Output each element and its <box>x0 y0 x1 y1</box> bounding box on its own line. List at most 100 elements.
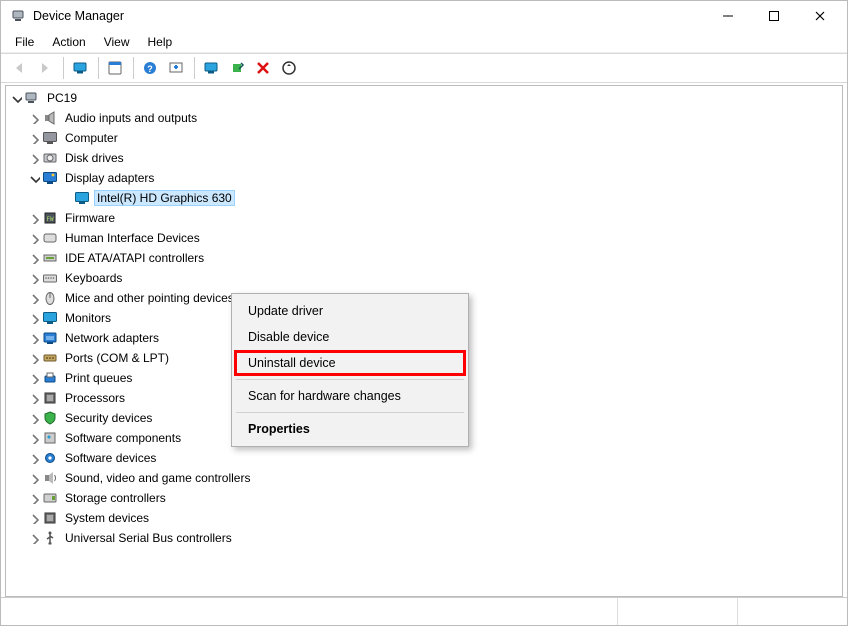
tree-item-storage-controllers[interactable]: Storage controllers <box>6 488 842 508</box>
swdev-icon <box>42 450 58 466</box>
tree-item-label: Universal Serial Bus controllers <box>62 530 235 546</box>
chevron-right-icon[interactable] <box>26 530 42 546</box>
keyboard-icon <box>42 270 58 286</box>
enable-device-button[interactable] <box>225 56 249 80</box>
menu-action[interactable]: Action <box>44 33 93 51</box>
swcomp-icon <box>42 430 58 446</box>
tree-item-software-devices[interactable]: Software devices <box>6 448 842 468</box>
mouse-icon <box>42 290 58 306</box>
display-icon <box>42 170 58 186</box>
close-button[interactable] <box>797 1 843 31</box>
printq-icon <box>42 370 58 386</box>
tree-item-label: System devices <box>62 510 152 526</box>
chevron-right-icon[interactable] <box>26 270 42 286</box>
chevron-right-icon[interactable] <box>26 330 42 346</box>
menu-view[interactable]: View <box>96 33 138 51</box>
tree-item-universal-serial-bus-controllers[interactable]: Universal Serial Bus controllers <box>6 528 842 548</box>
ctx-uninstall-device[interactable]: Uninstall device <box>234 350 466 376</box>
chevron-right-icon[interactable] <box>26 430 42 446</box>
tree-item-system-devices[interactable]: System devices <box>6 508 842 528</box>
tree-item-sound-video-and-game-controllers[interactable]: Sound, video and game controllers <box>6 468 842 488</box>
tree-item-label: Computer <box>62 130 121 146</box>
menu-file[interactable]: File <box>7 33 42 51</box>
statusbar <box>1 597 847 625</box>
ctx-disable-device[interactable]: Disable device <box>234 324 466 350</box>
tree-item-firmware[interactable]: Firmware <box>6 208 842 228</box>
forward-button[interactable] <box>33 56 57 80</box>
chevron-right-icon[interactable] <box>26 290 42 306</box>
tree-item-label: Audio inputs and outputs <box>62 110 200 126</box>
computer-icon <box>24 90 40 106</box>
tree-item-display-adapters[interactable]: Display adapters <box>6 168 842 188</box>
tree-item-audio-inputs-and-outputs[interactable]: Audio inputs and outputs <box>6 108 842 128</box>
chevron-down-icon[interactable] <box>8 90 24 106</box>
context-menu: Update driver Disable device Uninstall d… <box>231 293 469 447</box>
tree-item-label: Intel(R) HD Graphics 630 <box>94 190 235 206</box>
chevron-right-icon[interactable] <box>26 450 42 466</box>
audio-icon <box>42 110 58 126</box>
chevron-right-icon[interactable] <box>26 490 42 506</box>
chevron-right-icon[interactable] <box>26 310 42 326</box>
chevron-right-icon[interactable] <box>26 350 42 366</box>
tree-item-label: Sound, video and game controllers <box>62 470 253 486</box>
ports-icon <box>42 350 58 366</box>
chevron-down-icon[interactable] <box>26 170 42 186</box>
tree-item-label: IDE ATA/ATAPI controllers <box>62 250 207 266</box>
tree-item-intel-r-hd-graphics-630[interactable]: Intel(R) HD Graphics 630 <box>6 188 842 208</box>
tree-item-disk-drives[interactable]: Disk drives <box>6 148 842 168</box>
tree-item-ide-ata-atapi-controllers[interactable]: IDE ATA/ATAPI controllers <box>6 248 842 268</box>
context-menu-separator <box>236 379 464 380</box>
maximize-button[interactable] <box>751 1 797 31</box>
chevron-right-icon[interactable] <box>26 110 42 126</box>
firmware-icon <box>42 210 58 226</box>
tree-item-label: Network adapters <box>62 330 162 346</box>
properties-button[interactable] <box>103 56 127 80</box>
ctx-update-driver[interactable]: Update driver <box>234 298 466 324</box>
tree-item-label: Human Interface Devices <box>62 230 203 246</box>
chevron-right-icon[interactable] <box>26 210 42 226</box>
tree-item-computer[interactable]: Computer <box>6 128 842 148</box>
update-driver-button[interactable] <box>199 56 223 80</box>
device-manager-window: Device Manager File Action View Help PC1… <box>0 0 848 626</box>
tree-item-human-interface-devices[interactable]: Human Interface Devices <box>6 228 842 248</box>
menu-help[interactable]: Help <box>140 33 181 51</box>
ctx-scan-hardware[interactable]: Scan for hardware changes <box>234 383 466 409</box>
chevron-right-icon[interactable] <box>26 510 42 526</box>
chevron-right-icon[interactable] <box>26 470 42 486</box>
minimize-button[interactable] <box>705 1 751 31</box>
disable-device-button[interactable] <box>277 56 301 80</box>
chevron-right-icon[interactable] <box>26 410 42 426</box>
chevron-right-icon[interactable] <box>26 230 42 246</box>
uninstall-device-button[interactable] <box>251 56 275 80</box>
tree-item-label: Mice and other pointing devices <box>62 290 237 306</box>
device-tree[interactable]: PC19 Audio inputs and outputs Computer Dis… <box>5 85 843 597</box>
network-icon <box>42 330 58 346</box>
chevron-right-icon[interactable] <box>26 250 42 266</box>
chevron-right-icon[interactable] <box>26 390 42 406</box>
titlebar: Device Manager <box>1 1 847 31</box>
disk-icon <box>42 150 58 166</box>
tree-item-label: Firmware <box>62 210 118 226</box>
usb-icon <box>42 530 58 546</box>
help-button[interactable] <box>138 56 162 80</box>
tree-item-label: Software components <box>62 430 184 446</box>
tree-item-label: Software devices <box>62 450 159 466</box>
tree-root[interactable]: PC19 <box>6 88 842 108</box>
computer-icon <box>42 130 58 146</box>
root-label: PC19 <box>44 90 80 106</box>
chevron-right-icon[interactable] <box>26 150 42 166</box>
scan-hardware-button[interactable] <box>164 56 188 80</box>
chevron-right-icon[interactable] <box>26 130 42 146</box>
tree-item-label: Disk drives <box>62 150 127 166</box>
chevron-right-icon[interactable] <box>26 370 42 386</box>
back-button[interactable] <box>7 56 31 80</box>
ide-icon <box>42 250 58 266</box>
ctx-properties[interactable]: Properties <box>234 416 466 442</box>
processor-icon <box>42 390 58 406</box>
menubar: File Action View Help <box>1 31 847 53</box>
display-device-icon <box>74 190 90 206</box>
show-hidden-button[interactable] <box>68 56 92 80</box>
tree-item-keyboards[interactable]: Keyboards <box>6 268 842 288</box>
hid-icon <box>42 230 58 246</box>
storage-icon <box>42 490 58 506</box>
